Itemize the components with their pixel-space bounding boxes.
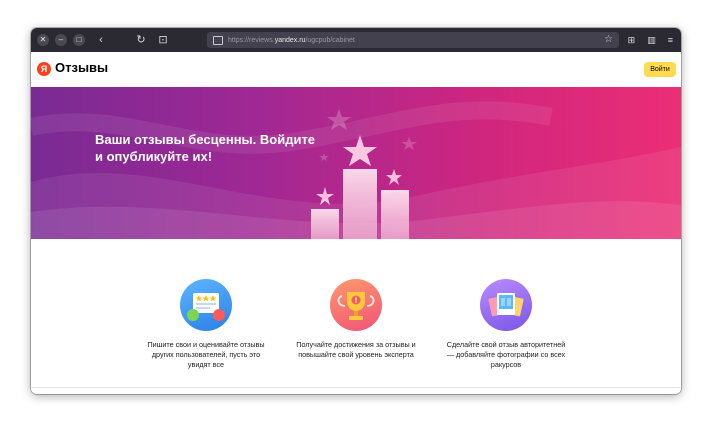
toolbar-right-icons: ⊞ ▥ ≡ bbox=[628, 32, 673, 48]
reload-icon[interactable]: ↻ bbox=[133, 32, 149, 48]
back-icon[interactable]: ‹ bbox=[93, 32, 109, 48]
browser-window: ✕ – □ ‹ ↻ ⊡ https://reviews.yandex.ru/ug… bbox=[31, 28, 681, 394]
feature-item: Пишите свои и оценивайте отзывы других п… bbox=[146, 279, 266, 370]
reader-icon[interactable]: ⊡ bbox=[155, 32, 171, 48]
yandex-logo[interactable]: Я bbox=[37, 62, 51, 76]
url-text: https://reviews.yandex.ru/ugcpub/cabinet bbox=[228, 36, 355, 44]
close-icon[interactable]: ✕ bbox=[37, 34, 49, 46]
site-header: Я Отзывы Войти bbox=[31, 52, 681, 87]
feature-caption: Сделайте свой отзыв авторитетней — добав… bbox=[446, 340, 566, 369]
extensions-icon[interactable]: ⊞ bbox=[628, 32, 636, 48]
page-info-icon[interactable] bbox=[213, 35, 223, 45]
feature-caption: Получайте достижения за отзывы и повышай… bbox=[296, 340, 416, 359]
feature-caption: Пишите свои и оценивайте отзывы других п… bbox=[147, 340, 265, 369]
podium-bar-left bbox=[311, 209, 339, 239]
star-icon-right bbox=[386, 169, 402, 185]
photos-icon bbox=[480, 279, 532, 331]
star-icon[interactable]: ☆ bbox=[604, 33, 613, 47]
hero-banner: Ваши отзывы бесценны. Войдите и опублику… bbox=[31, 87, 681, 239]
login-button[interactable]: Войти bbox=[644, 62, 676, 77]
podium-bar-center bbox=[343, 169, 377, 239]
star-icon-left bbox=[316, 187, 334, 205]
browser-toolbar: ✕ – □ ‹ ↻ ⊡ https://reviews.yandex.ru/ug… bbox=[31, 28, 681, 52]
features-section: Пишите свои и оценивайте отзывы других п… bbox=[31, 239, 681, 394]
feature-item: Получайте достижения за отзывы и повышай… bbox=[296, 279, 416, 360]
star-decor bbox=[401, 137, 417, 150]
maximize-icon[interactable]: □ bbox=[73, 34, 85, 46]
divider bbox=[31, 387, 681, 388]
menu-icon[interactable]: ≡ bbox=[668, 32, 673, 48]
library-icon[interactable]: ▥ bbox=[647, 32, 656, 48]
feature-item: Сделайте свой отзыв авторитетней — добав… bbox=[446, 279, 566, 370]
minimize-icon[interactable]: – bbox=[55, 34, 67, 46]
trophy-icon bbox=[330, 279, 382, 331]
podium-bar-right bbox=[381, 190, 409, 239]
address-bar[interactable]: https://reviews.yandex.ru/ugcpub/cabinet… bbox=[207, 32, 619, 48]
reviews-rating-icon bbox=[180, 279, 232, 331]
hero-title: Ваши отзывы бесценны. Войдите и опублику… bbox=[95, 132, 316, 164]
brand-title[interactable]: Отзывы bbox=[55, 60, 108, 75]
